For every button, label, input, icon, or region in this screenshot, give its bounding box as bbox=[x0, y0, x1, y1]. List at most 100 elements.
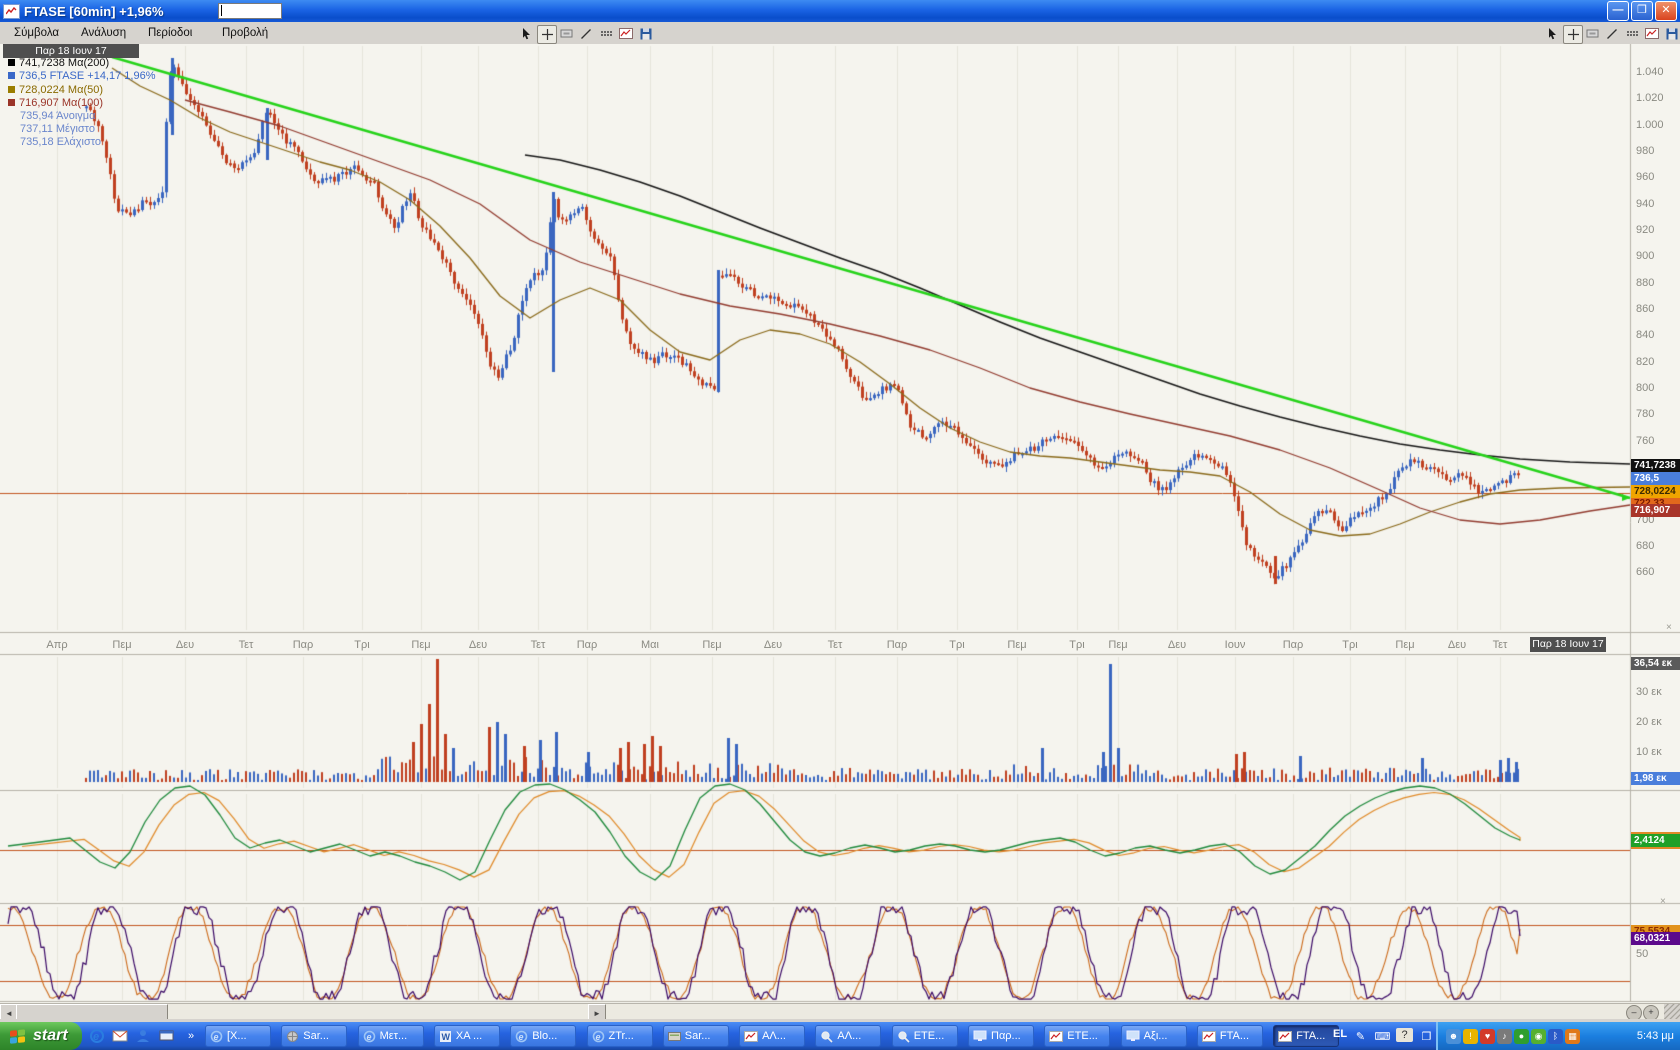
chart-tool-icon[interactable] bbox=[617, 25, 635, 42]
toolbar-restore-icon[interactable]: ❐ bbox=[1418, 1028, 1435, 1044]
task-button-Blo[interactable]: eBlo... bbox=[510, 1025, 576, 1047]
monitor-icon bbox=[973, 1030, 987, 1042]
menu-Περίοδοι[interactable]: Περίοδοι bbox=[142, 25, 198, 45]
start-label: start bbox=[33, 1027, 68, 1045]
mail-icon[interactable] bbox=[111, 1027, 129, 1045]
task-button-[interactable]: Παρ... bbox=[968, 1025, 1034, 1047]
chart-canvas[interactable] bbox=[0, 44, 1680, 1003]
security-shield-icon[interactable]: ! bbox=[1463, 1029, 1478, 1044]
resize-grip[interactable] bbox=[1664, 1004, 1680, 1020]
volume-max-box: 36,54 εκ bbox=[1631, 657, 1680, 670]
save-tool-icon[interactable] bbox=[637, 25, 655, 42]
ie-icon[interactable]: e bbox=[88, 1027, 106, 1045]
price-tick: 780 bbox=[1636, 408, 1654, 420]
restore-button[interactable]: ❐ bbox=[1631, 1, 1653, 21]
dotted-tool-icon[interactable] bbox=[1623, 25, 1641, 42]
cursor-tool-icon[interactable] bbox=[517, 25, 535, 42]
price-tick: 860 bbox=[1636, 303, 1654, 315]
date-tick: Τετ bbox=[1493, 639, 1508, 651]
crosshair-tool-icon[interactable] bbox=[537, 25, 557, 44]
update-icon[interactable]: ▦ bbox=[1565, 1029, 1580, 1044]
messenger-user-icon[interactable]: ☻ bbox=[1446, 1029, 1461, 1044]
region-tool-icon[interactable] bbox=[1583, 25, 1601, 42]
region-tool-icon[interactable] bbox=[557, 25, 575, 42]
task-button-[interactable]: WΧΑ ... bbox=[434, 1025, 500, 1047]
svg-text:e: e bbox=[595, 1032, 600, 1042]
save-tool-icon[interactable] bbox=[1663, 25, 1680, 42]
task-button-FTA[interactable]: FTA... bbox=[1273, 1025, 1339, 1047]
task-button-[interactable]: e[Χ... bbox=[205, 1025, 271, 1047]
pen-icon[interactable]: ✎ bbox=[1352, 1028, 1369, 1044]
legend-row: 735,94 Άνοιγμα bbox=[20, 110, 96, 122]
symbol-input[interactable] bbox=[218, 3, 282, 19]
mag-icon bbox=[897, 1030, 910, 1043]
bluetooth-icon[interactable]: ᛒ bbox=[1548, 1029, 1563, 1044]
windows-flag-icon bbox=[8, 1026, 28, 1046]
date-tick: Παρ bbox=[293, 639, 314, 651]
desktop: { "window": { "title": "FTASE [60min] +1… bbox=[0, 0, 1680, 1050]
svg-text:e: e bbox=[519, 1032, 524, 1042]
legend-marker bbox=[8, 72, 15, 79]
price-value-box: 716,907 bbox=[1631, 504, 1680, 517]
msn-alert-icon[interactable]: ♥ bbox=[1480, 1029, 1495, 1044]
price-tick: 820 bbox=[1636, 356, 1654, 368]
cursor-tool-icon[interactable] bbox=[1543, 25, 1561, 42]
panel-close-icon[interactable]: × bbox=[1666, 622, 1672, 633]
panel-close-icon[interactable]: × bbox=[1660, 896, 1666, 907]
trendline-tool-icon[interactable] bbox=[577, 25, 595, 42]
taskbar: start e » e[Χ... Sar... eΜετ... WΧΑ ... eBlo.… bbox=[0, 1022, 1680, 1050]
window-title: FTASE [60min] +1,96% bbox=[24, 4, 164, 19]
price-tick: 760 bbox=[1636, 435, 1654, 447]
price-tick: 980 bbox=[1636, 145, 1654, 157]
keyboard-icon[interactable]: ⌨ bbox=[1374, 1028, 1391, 1044]
menu-Προβολή[interactable]: Προβολή bbox=[216, 25, 274, 45]
date-tick: Πεμ bbox=[112, 639, 131, 651]
task-button-[interactable]: Αξι... bbox=[1121, 1025, 1187, 1047]
legend-marker bbox=[8, 86, 15, 93]
chart-tool-icon[interactable] bbox=[1643, 25, 1661, 42]
nvidia-icon[interactable]: ◉ bbox=[1531, 1029, 1546, 1044]
price-value-box: 736,5 bbox=[1631, 472, 1680, 485]
minimize-button[interactable]: — bbox=[1607, 1, 1629, 21]
start-button[interactable]: start bbox=[0, 1022, 82, 1050]
date-tick: Πεμ bbox=[1108, 639, 1127, 651]
task-button-FTA[interactable]: FTA... bbox=[1197, 1025, 1263, 1047]
task-button-Sar[interactable]: Sar... bbox=[281, 1025, 347, 1047]
menu-Ανάλυση[interactable]: Ανάλυση bbox=[75, 25, 132, 45]
globe-icon bbox=[286, 1030, 299, 1043]
date-tick: Δευ bbox=[1168, 639, 1186, 651]
menu-Σύμβολα[interactable]: Σύμβολα bbox=[8, 25, 65, 45]
price-tick: 960 bbox=[1636, 171, 1654, 183]
chart-scrollbar[interactable]: ◄ ► – + bbox=[0, 1003, 1680, 1020]
task-button-[interactable]: ΑΛ... bbox=[815, 1025, 881, 1047]
price-value-box: 741,7238 bbox=[1631, 459, 1680, 472]
date-tick: Τετ bbox=[828, 639, 843, 651]
svg-text:e: e bbox=[214, 1032, 219, 1042]
trendline-tool-icon[interactable] bbox=[1603, 25, 1621, 42]
task-button-[interactable]: ΕΤΕ... bbox=[892, 1025, 958, 1047]
close-button[interactable]: ✕ bbox=[1655, 1, 1677, 21]
task-button-[interactable]: ΑΛ... bbox=[739, 1025, 805, 1047]
system-tray: ☻!♥♪●◉ᛒ▦ 5:43 μμ bbox=[1436, 1022, 1680, 1050]
antivirus-icon[interactable]: ● bbox=[1514, 1029, 1529, 1044]
quick-launch-chevron[interactable]: » bbox=[182, 1027, 200, 1045]
date-tick: Δευ bbox=[176, 639, 194, 651]
audio-icon[interactable]: ♪ bbox=[1497, 1029, 1512, 1044]
task-button-ZTr[interactable]: eZTr... bbox=[587, 1025, 653, 1047]
task-button-Sar[interactable]: Sar... bbox=[663, 1025, 729, 1047]
crosshair-tool-icon[interactable] bbox=[1563, 25, 1583, 44]
task-button-[interactable]: eΜετ... bbox=[358, 1025, 424, 1047]
date-tick: Τετ bbox=[239, 639, 254, 651]
taskbar-clock: 5:43 μμ bbox=[1637, 1030, 1674, 1042]
price-tick: 940 bbox=[1636, 198, 1654, 210]
dotted-tool-icon[interactable] bbox=[597, 25, 615, 42]
date-tick: Τετ bbox=[531, 639, 546, 651]
messenger-icon[interactable] bbox=[134, 1027, 152, 1045]
task-button-[interactable]: ΕΤΕ... bbox=[1044, 1025, 1110, 1047]
language-indicator[interactable]: EL bbox=[1333, 1028, 1347, 1040]
show-desktop-icon[interactable] bbox=[157, 1027, 175, 1045]
ie-icon: e bbox=[592, 1030, 605, 1043]
ie-icon: e bbox=[515, 1030, 528, 1043]
legend-row: 736,5 FTASE +14,17 1,96% bbox=[8, 70, 155, 82]
help-icon[interactable]: ? bbox=[1396, 1028, 1413, 1042]
